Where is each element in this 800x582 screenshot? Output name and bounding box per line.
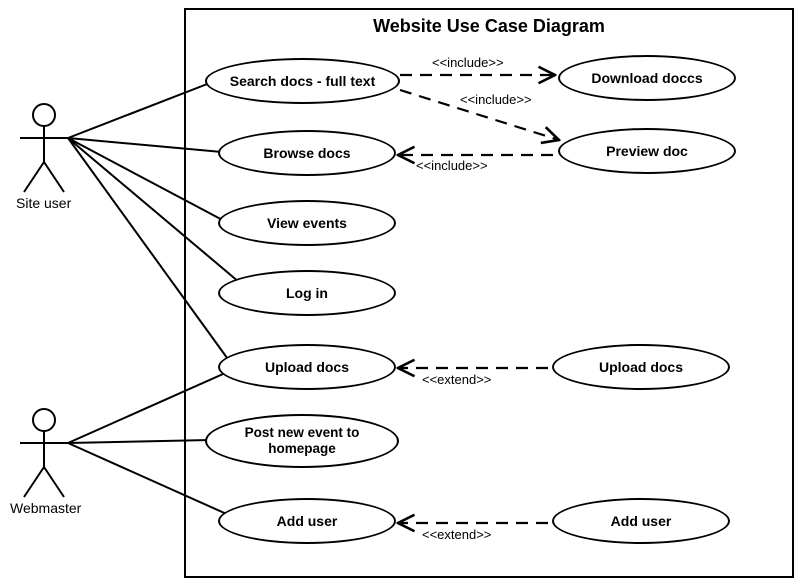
actor-webmaster-figure (20, 409, 68, 497)
usecase-upload-docs-right: Upload docs (552, 344, 730, 390)
label-extend-2: <<extend>> (422, 527, 491, 542)
actor-site-user-figure (20, 104, 68, 192)
label-include-1: <<include>> (432, 55, 504, 70)
label-include-3: <<include>> (416, 158, 488, 173)
usecase-upload-docs-left: Upload docs (218, 344, 396, 390)
actor-webmaster-label: Webmaster (10, 500, 81, 516)
usecase-add-user-left: Add user (218, 498, 396, 544)
label-include-2: <<include>> (460, 92, 532, 107)
diagram-title: Website Use Case Diagram (186, 16, 792, 37)
label-extend-1: <<extend>> (422, 372, 491, 387)
usecase-post-event: Post new event to homepage (205, 414, 399, 468)
usecase-log-in: Log in (218, 270, 396, 316)
usecase-browse-docs: Browse docs (218, 130, 396, 176)
usecase-diagram: Website Use Case Diagram (0, 0, 800, 582)
usecase-download-doccs: Download doccs (558, 55, 736, 101)
usecase-view-events: View events (218, 200, 396, 246)
usecase-add-user-right: Add user (552, 498, 730, 544)
usecase-search-docs: Search docs - full text (205, 58, 400, 104)
actor-site-user-label: Site user (16, 195, 71, 211)
usecase-preview-doc: Preview doc (558, 128, 736, 174)
